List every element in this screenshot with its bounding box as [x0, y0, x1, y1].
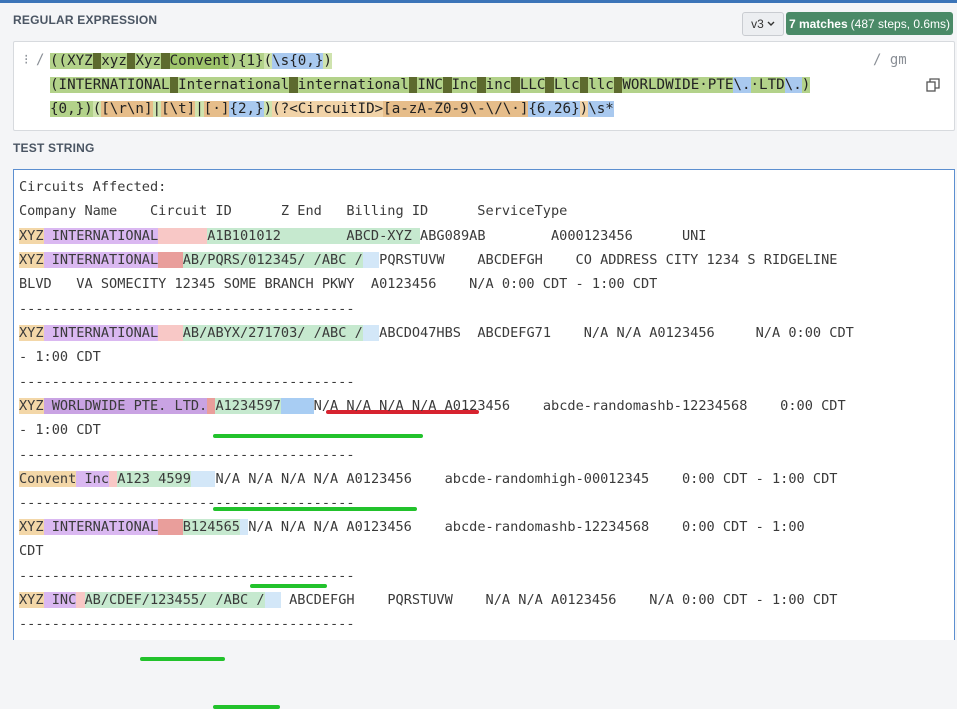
drag-handle-icon[interactable]: ⁝ — [24, 52, 28, 68]
match-info-badge: 7 matches (487 steps, 0.6ms) — [786, 12, 953, 35]
test-separator: ----------------------------------------… — [19, 495, 355, 511]
test-separator: ----------------------------------------… — [19, 616, 355, 632]
regex-delimiter-open: / — [36, 52, 45, 68]
test-line-1: Circuits Affected: — [19, 179, 167, 195]
match-underline-green — [213, 705, 280, 709]
copy-icon[interactable] — [926, 78, 940, 92]
test-line-7: XYZ INTERNATIONAL AB/ABYX/271703/ /ABC /… — [19, 325, 854, 341]
test-line-2: Company Name Circuit ID Z End Billing ID… — [19, 203, 568, 219]
match-steps: (487 steps, 0.6ms) — [850, 16, 951, 31]
regex-section-label: REGULAR EXPRESSION — [13, 13, 158, 27]
test-line-4: XYZ INTERNATIONAL AB/PQRS/012345/ /ABC /… — [19, 252, 838, 268]
test-line-3: XYZ INTERNATIONAL A1B101012 ABCD-XYZ ABG… — [19, 228, 707, 244]
test-line-5: BLVD VA SOMECITY 12345 SOME BRANCH PKWY … — [19, 276, 658, 292]
flavor-select[interactable]: v3 — [742, 12, 784, 36]
test-string-editor[interactable]: Circuits Affected: Company Name Circuit … — [13, 169, 955, 709]
test-line-16: CDT — [19, 543, 44, 559]
top-accent-bar — [0, 0, 957, 3]
test-line-15: XYZ INTERNATIONAL B124565 N/A N/A N/A A0… — [19, 519, 805, 535]
match-count: 7 matches — [788, 16, 848, 31]
chevron-down-icon — [767, 21, 775, 26]
test-separator: ----------------------------------------… — [19, 447, 355, 463]
test-section-label: TEST STRING — [13, 141, 95, 155]
flavor-value: v3 — [751, 17, 764, 31]
test-line-18: XYZ INC AB/CDEF/123455/ /ABC / ABCDEFGH … — [19, 592, 838, 608]
test-line-8: - 1:00 CDT — [19, 349, 101, 365]
regex-line-2: (INTERNATIONAL|International|internation… — [50, 77, 811, 93]
test-line-10: XYZ WORLDWIDE PTE. LTD. A1234597 N/A N/A… — [19, 398, 846, 414]
test-separator: ----------------------------------------… — [19, 301, 355, 317]
regex-flags[interactable]: / gm — [873, 52, 907, 68]
test-line-11: - 1:00 CDT — [19, 422, 101, 438]
regex-editor[interactable]: ⁝ / ((XYZ|xyz|Xyz|Convent){1}(\s{0,}) (I… — [13, 41, 955, 131]
test-line-13: Convent Inc A123 4599 N/A N/A N/A N/A A0… — [19, 471, 838, 487]
regex-line-1: ((XYZ|xyz|Xyz|Convent){1}(\s{0,}) — [50, 53, 332, 69]
match-underline-green — [213, 434, 423, 438]
regex-line-3: {0,})([\r\n]|[\t]|[·]{2,})(?<CircuitID>[… — [50, 101, 614, 117]
match-underline-green — [140, 657, 225, 661]
test-separator: ----------------------------------------… — [19, 374, 355, 390]
test-separator: ----------------------------------------… — [19, 568, 355, 584]
